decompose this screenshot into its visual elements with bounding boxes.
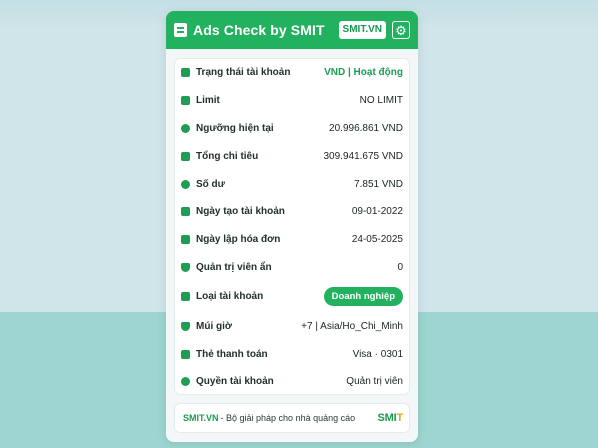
popup-header: Ads Check by SMIT SMIT.VN ⚙ <box>166 11 418 49</box>
row-value: 309.941.675 VND <box>323 150 403 162</box>
row-value: 0 <box>397 261 403 273</box>
row-label: Loại tài khoản <box>196 291 264 303</box>
clock-shield-icon <box>181 321 190 331</box>
row-threshold: Ngưỡng hiện tại 20.996.861 VND <box>175 115 409 143</box>
row-label: Ngày lập hóa đơn <box>196 234 281 246</box>
footer-tagline: - Bộ giải pháp cho nhà quảng cáo <box>220 413 356 423</box>
row-label: Quyền tài khoản <box>196 376 274 388</box>
shield-icon <box>181 262 190 272</box>
smit-logo: SMIT <box>377 412 404 424</box>
gear-icon[interactable]: ⚙ <box>392 21 410 39</box>
row-timezone: Múi giờ +7 | Asia/Ho_Chi_Minh <box>175 312 409 340</box>
limit-icon <box>181 96 190 106</box>
row-account-role: Quyền tài khoản Quản trị viên <box>175 368 409 396</box>
row-value: 20.996.861 VND <box>329 122 403 134</box>
site-link-button[interactable]: SMIT.VN <box>338 21 386 39</box>
extension-popup: Ads Check by SMIT SMIT.VN ⚙ Trạng thái t… <box>166 11 418 442</box>
row-value: 09-01-2022 <box>351 206 403 218</box>
row-value: Quản trị viên <box>346 376 403 388</box>
row-payment-card: Thẻ thanh toán Visa · 0301 <box>175 340 409 368</box>
balance-icon <box>181 179 190 189</box>
threshold-icon <box>181 123 190 133</box>
invoice-calendar-icon <box>181 235 190 245</box>
row-balance: Số dư 7.851 VND <box>175 170 409 198</box>
row-value: +7 | Asia/Ho_Chi_Minh <box>301 320 403 332</box>
credit-card-icon <box>181 349 190 359</box>
calendar-icon <box>181 207 190 217</box>
popup-footer: SMIT.VN - Bộ giải pháp cho nhà quảng cáo… <box>174 403 410 433</box>
row-limit: Limit NO LIMIT <box>175 87 409 115</box>
row-label: Quản trị viên ẩn <box>196 261 272 273</box>
app-title: Ads Check by SMIT <box>193 22 325 38</box>
row-label: Ngưỡng hiện tại <box>196 122 274 134</box>
status-icon <box>181 68 190 78</box>
row-label: Số dư <box>196 178 225 190</box>
row-label: Ngày tạo tài khoản <box>196 206 285 218</box>
row-value: 24-05-2025 <box>351 234 403 246</box>
row-label: Limit <box>196 95 220 107</box>
row-invoice-date: Ngày lập hóa đơn 24-05-2025 <box>175 226 409 254</box>
row-total-spend: Tổng chi tiêu 309.941.675 VND <box>175 142 409 170</box>
users-icon <box>181 377 190 387</box>
row-label: Múi giờ <box>196 320 232 332</box>
row-value: NO LIMIT <box>359 95 403 107</box>
row-created-date: Ngày tạo tài khoản 09-01-2022 <box>175 198 409 226</box>
account-info-card: Trạng thái tài khoản VND | Hoạt động Lim… <box>174 58 410 395</box>
row-value: VND | Hoạt động <box>324 67 403 79</box>
spend-icon <box>181 151 190 161</box>
row-value: 7.851 VND <box>354 178 403 190</box>
row-account-type: Loại tài khoản Doanh nghiệp <box>175 281 409 312</box>
row-hidden-admins: Quản trị viên ẩn 0 <box>175 254 409 282</box>
row-label: Tổng chi tiêu <box>196 150 259 162</box>
row-account-status: Trạng thái tài khoản VND | Hoạt động <box>175 59 409 87</box>
row-value: Visa · 0301 <box>352 348 403 360</box>
document-icon <box>174 23 187 37</box>
footer-brand-link[interactable]: SMIT.VN <box>183 413 219 423</box>
row-label: Trạng thái tài khoản <box>196 67 291 79</box>
row-label: Thẻ thanh toán <box>196 348 268 360</box>
account-type-badge: Doanh nghiệp <box>323 287 403 307</box>
id-card-icon <box>181 292 190 302</box>
